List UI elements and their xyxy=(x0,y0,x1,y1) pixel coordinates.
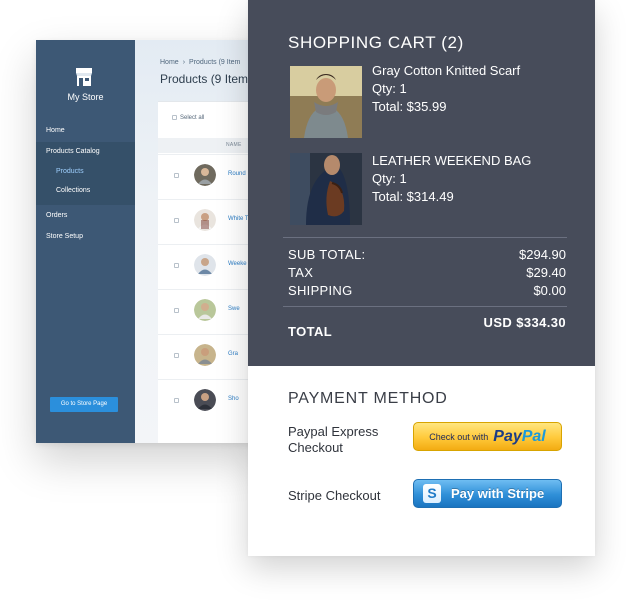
product-name[interactable]: White T xyxy=(228,216,249,222)
paypal-logo-pay: Pay xyxy=(493,427,522,445)
subtotal-label: SUB TOTAL: xyxy=(288,247,366,262)
nav-item-collections[interactable]: Collections xyxy=(36,181,135,200)
goto-store-button[interactable]: Go to Store Page xyxy=(50,397,118,412)
table-row[interactable]: Weeke xyxy=(158,244,260,289)
product-thumbnail xyxy=(194,209,216,231)
divider xyxy=(283,306,567,307)
cart-summary: SHOPPING CART (2) Gray Cotton Knitted Sc… xyxy=(248,0,595,366)
select-all-label: Select all xyxy=(180,115,205,122)
product-thumbnail xyxy=(194,344,216,366)
scarf-product-image[interactable] xyxy=(290,66,362,138)
paypal-checkout-button[interactable]: Check out with PayPal xyxy=(413,422,562,451)
table-row[interactable]: Swe xyxy=(158,289,260,334)
shipping-value: $0.00 xyxy=(533,283,566,298)
product-name[interactable]: Swe xyxy=(228,306,240,312)
item-total: Total: $35.99 xyxy=(372,99,447,114)
stripe-icon: S xyxy=(423,484,441,503)
item-name[interactable]: Gray Cotton Knitted Scarf xyxy=(372,63,520,78)
select-all[interactable]: Select all xyxy=(172,115,204,121)
store-icon xyxy=(76,68,92,86)
subtotal-value: $294.90 xyxy=(519,247,566,262)
shipping-label: SHIPPING xyxy=(288,283,353,298)
paypal-button-prefix: Check out with xyxy=(429,431,489,442)
total-label: TOTAL xyxy=(288,324,333,339)
row-checkbox[interactable] xyxy=(174,353,179,358)
breadcrumb-home[interactable]: Home xyxy=(160,59,179,66)
product-name[interactable]: Sho xyxy=(228,396,239,402)
page-title: Products (9 Item xyxy=(160,72,249,86)
item-total: Total: $314.49 xyxy=(372,189,454,204)
table-row[interactable]: White T xyxy=(158,199,260,244)
paypal-logo-pal: Pal xyxy=(521,427,546,445)
cart-panel: SHOPPING CART (2) Gray Cotton Knitted Sc… xyxy=(248,0,595,556)
tax-label: TAX xyxy=(288,265,314,280)
cart-title: SHOPPING CART (2) xyxy=(288,33,464,52)
row-checkbox[interactable] xyxy=(174,308,179,313)
stripe-label: Stripe Checkout xyxy=(288,488,381,503)
table-row[interactable]: Sho xyxy=(158,379,260,424)
item-name[interactable]: LEATHER WEEKEND BAG xyxy=(372,153,531,168)
admin-sidebar: My Store Home Products Catalog Products … xyxy=(36,40,135,443)
stripe-checkout-button[interactable]: S Pay with Stripe xyxy=(413,479,562,508)
table-row[interactable]: Gra xyxy=(158,334,260,379)
product-thumbnail xyxy=(194,299,216,321)
item-qty: Qty: 1 xyxy=(372,171,407,186)
item-qty: Qty: 1 xyxy=(372,81,407,96)
nav-item-store-setup[interactable]: Store Setup xyxy=(36,227,135,246)
product-name[interactable]: Weeke xyxy=(228,261,247,267)
row-checkbox[interactable] xyxy=(174,173,179,178)
total-value: USD $334.30 xyxy=(483,315,566,330)
stripe-button-label: Pay with Stripe xyxy=(451,486,545,501)
product-name[interactable]: Round xyxy=(228,171,246,177)
row-checkbox[interactable] xyxy=(174,218,179,223)
paypal-logo: PayPal xyxy=(493,428,545,446)
row-checkbox[interactable] xyxy=(174,263,179,268)
nav-item-orders[interactable]: Orders xyxy=(36,206,135,225)
payment-method-title: PAYMENT METHOD xyxy=(288,390,448,407)
admin-window: My Store Home Products Catalog Products … xyxy=(36,40,260,443)
row-checkbox[interactable] xyxy=(174,398,179,403)
store-name: My Store xyxy=(67,92,104,102)
breadcrumb-separator: › xyxy=(182,59,186,66)
column-header-name[interactable]: NAME xyxy=(158,138,260,153)
product-thumbnail xyxy=(194,254,216,276)
product-thumbnail xyxy=(194,164,216,186)
nav-item-home[interactable]: Home xyxy=(36,121,135,140)
nav-item-products-catalog[interactable]: Products Catalog xyxy=(36,142,135,161)
nav-item-products[interactable]: Products xyxy=(36,162,135,181)
select-all-checkbox[interactable] xyxy=(172,115,177,120)
tax-value: $29.40 xyxy=(526,265,566,280)
product-thumbnail xyxy=(194,389,216,411)
bag-product-image[interactable] xyxy=(290,153,362,225)
paypal-label: Paypal Express Checkout xyxy=(288,424,379,455)
product-name[interactable]: Gra xyxy=(228,351,238,357)
table-row[interactable]: Round xyxy=(158,154,260,199)
breadcrumb-products[interactable]: Products (9 Item xyxy=(189,59,240,66)
products-table: Select all NAME Round White T Weeke Swe … xyxy=(158,101,260,443)
breadcrumb: Home › Products (9 Item xyxy=(160,59,240,66)
divider xyxy=(283,237,567,238)
